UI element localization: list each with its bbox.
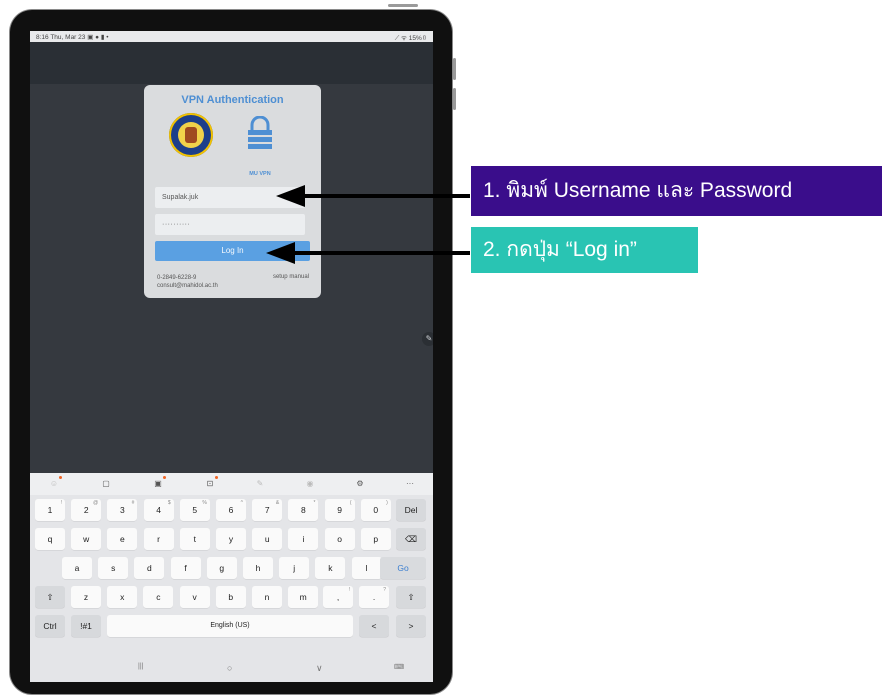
arrow-head-username <box>276 185 305 207</box>
annotation-arrows <box>266 185 470 264</box>
arrow-head-login <box>266 242 295 264</box>
step2-callout: 2. กดปุ่ม “Log in” <box>471 227 698 273</box>
step1-callout: 1. พิมพ์ Username และ Password <box>471 166 882 216</box>
